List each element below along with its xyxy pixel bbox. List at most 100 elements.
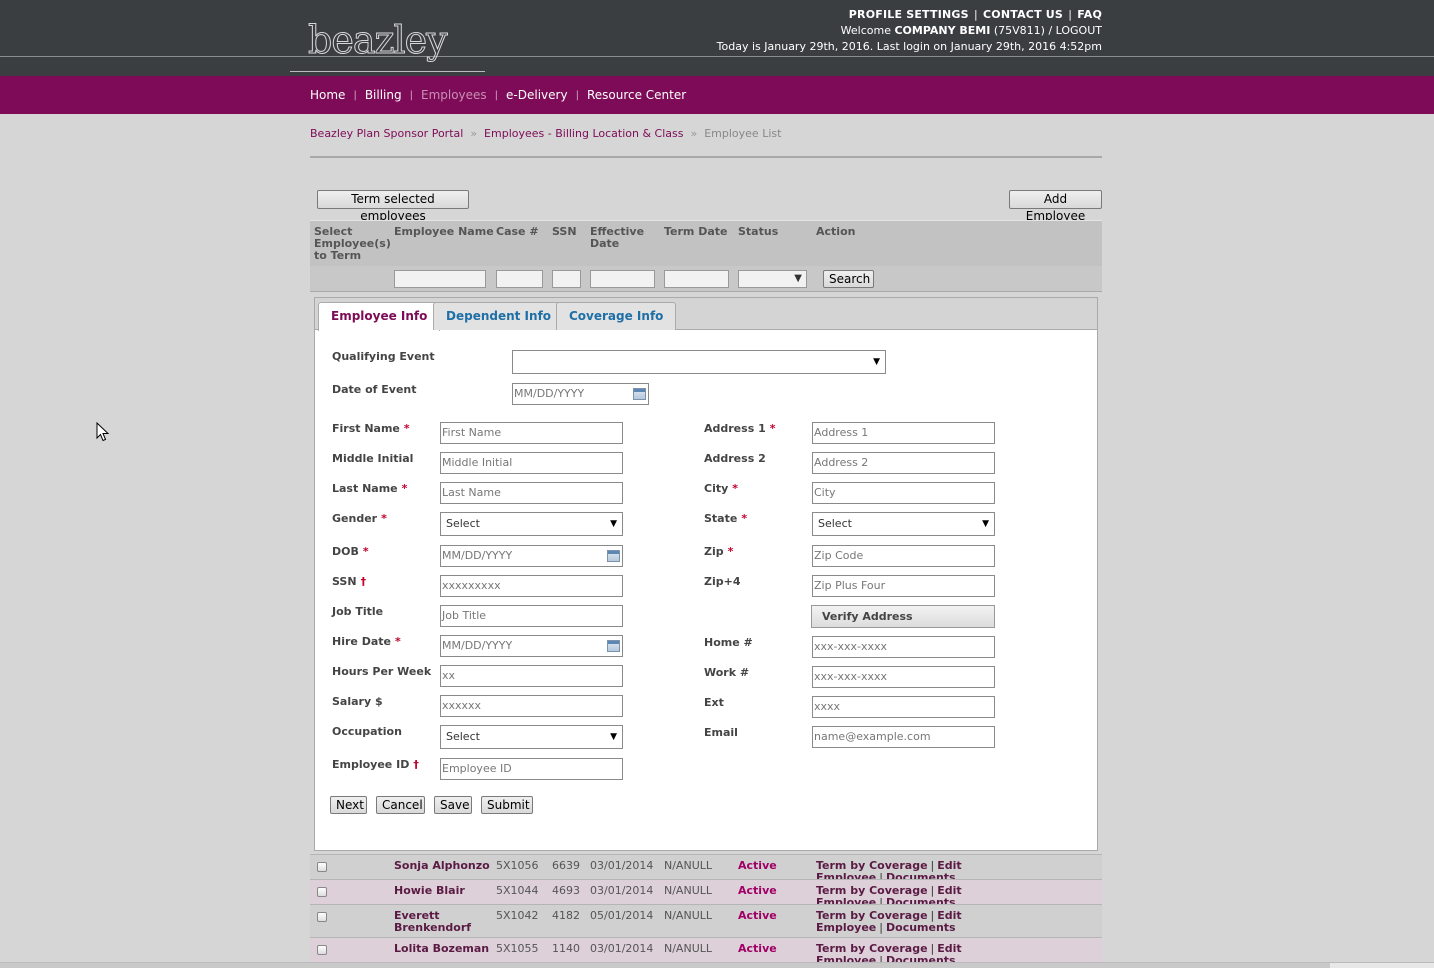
work-phone-input[interactable]: xxx-xxx-xxxx xyxy=(812,666,995,688)
dob-label: DOB * xyxy=(332,545,369,558)
faq-link[interactable]: FAQ xyxy=(1077,8,1102,21)
dob-input[interactable]: MM/DD/YYYY xyxy=(440,545,623,567)
next-button[interactable]: Next xyxy=(330,796,367,814)
calendar-icon[interactable] xyxy=(633,388,646,400)
calendar-icon[interactable] xyxy=(607,550,620,562)
beazley-logo[interactable]: beazley xyxy=(290,18,485,72)
logout-link[interactable]: (75V811) / LOGOUT xyxy=(990,24,1102,37)
profile-settings-link[interactable]: PROFILE SETTINGS xyxy=(849,8,969,21)
work-phone-label: Work # xyxy=(704,666,750,679)
filter-row: ▼ Search xyxy=(310,266,1102,292)
filter-ssn-input[interactable] xyxy=(552,270,581,288)
email-label: Email xyxy=(704,726,738,739)
last-login-text: Today is January 29th, 2016. Last login … xyxy=(716,40,1102,53)
cancel-button[interactable]: Cancel xyxy=(376,796,425,814)
calendar-icon[interactable] xyxy=(607,640,620,652)
select-checkbox[interactable] xyxy=(317,887,327,897)
filter-effective-input[interactable] xyxy=(590,270,655,288)
filter-name-input[interactable] xyxy=(394,270,486,288)
hire-date-input[interactable]: MM/DD/YYYY xyxy=(440,635,623,657)
address2-input[interactable]: Address 2 xyxy=(812,452,995,474)
status-badge: Active xyxy=(738,859,777,872)
col-effective-date[interactable]: Effective Date xyxy=(590,226,654,250)
gender-select[interactable]: Select ▼ xyxy=(440,512,623,536)
search-button[interactable]: Search xyxy=(823,270,874,288)
select-checkbox[interactable] xyxy=(317,945,327,955)
city-input[interactable]: City xyxy=(812,482,995,504)
nav-home[interactable]: Home xyxy=(310,88,345,102)
verify-address-button[interactable]: Verify Address xyxy=(811,605,995,628)
scrollbar-thumb[interactable] xyxy=(0,963,1330,968)
horizontal-scrollbar[interactable] xyxy=(0,962,1434,968)
employee-name[interactable]: Howie Blair xyxy=(394,885,465,897)
hours-per-week-label: Hours Per Week xyxy=(332,665,432,678)
city-label: City * xyxy=(704,482,739,495)
ssn-value: 1140 xyxy=(552,942,580,955)
tab-dependent-info[interactable]: Dependent Info xyxy=(433,302,565,330)
middle-initial-input[interactable]: Middle Initial xyxy=(440,452,623,474)
date-of-event-label: Date of Event xyxy=(332,383,417,396)
submit-button[interactable]: Submit xyxy=(481,796,533,814)
table-row: Sonja Alphonzo 5X1056 6639 03/01/2014 N/… xyxy=(310,854,1102,884)
address1-input[interactable]: Address 1 xyxy=(812,422,995,444)
breadcrumb-divider xyxy=(310,156,1102,158)
nav-resource-center[interactable]: Resource Center xyxy=(587,88,686,102)
hours-per-week-input[interactable]: xx xyxy=(440,665,623,687)
gender-label: Gender * xyxy=(332,512,387,525)
occupation-select[interactable]: Select ▼ xyxy=(440,725,623,749)
employee-name[interactable]: Lolita Bozeman xyxy=(394,943,489,955)
contact-us-link[interactable]: CONTACT US xyxy=(983,8,1063,21)
documents-link[interactable]: Documents xyxy=(886,921,956,934)
col-term-date[interactable]: Term Date xyxy=(664,226,728,238)
state-select[interactable]: Select ▼ xyxy=(812,512,995,536)
salary-input[interactable]: xxxxxx xyxy=(440,695,623,717)
col-action: Action xyxy=(816,225,856,238)
term-date: N/ANULL xyxy=(664,909,712,922)
employee-id-label: Employee ID † xyxy=(332,758,419,771)
zip4-label: Zip+4 xyxy=(704,575,741,588)
row-actions: Term by Coverage | Edit Employee | Documents xyxy=(816,909,962,934)
filter-case-input[interactable] xyxy=(496,270,543,288)
col-case[interactable]: Case # xyxy=(496,226,539,238)
chevron-down-icon: ▼ xyxy=(982,519,989,529)
col-status[interactable]: Status xyxy=(738,226,778,238)
home-phone-input[interactable]: xxx-xxx-xxxx xyxy=(812,636,995,658)
employee-id-input[interactable]: Employee ID xyxy=(440,758,623,780)
date-of-event-input[interactable]: MM/DD/YYYY xyxy=(512,383,649,405)
nav-e-delivery[interactable]: e-Delivery xyxy=(506,88,568,102)
ssn-input[interactable]: xxxxxxxxx xyxy=(440,575,623,597)
nav-billing[interactable]: Billing xyxy=(365,88,402,102)
site-header: beazley PROFILE SETTINGS | CONTACT US | FAQ … xyxy=(0,0,1434,76)
nav-employees[interactable]: Employees xyxy=(421,88,487,102)
address2-label: Address 2 xyxy=(704,452,766,465)
breadcrumb-billing-location[interactable]: Employees - Billing Location & Class xyxy=(484,127,683,140)
table-row: Lolita Bozeman 5X1055 1140 03/01/2014 N/… xyxy=(310,937,1102,967)
select-checkbox[interactable] xyxy=(317,862,327,872)
zip4-input[interactable]: Zip Plus Four xyxy=(812,575,995,597)
tab-coverage-info[interactable]: Coverage Info xyxy=(556,302,677,330)
first-name-input[interactable]: First Name xyxy=(440,422,623,444)
employee-name[interactable]: Everett Brenkendorf xyxy=(394,910,484,934)
last-name-input[interactable]: Last Name xyxy=(440,482,623,504)
save-button[interactable]: Save xyxy=(434,796,472,814)
add-employee-button[interactable]: Add Employee xyxy=(1009,190,1102,223)
term-selected-button[interactable]: Term selected employees xyxy=(317,190,469,223)
hire-date-label: Hire Date * xyxy=(332,635,401,648)
tab-employee-info[interactable]: Employee Info xyxy=(318,302,441,331)
filter-status-select[interactable]: ▼ xyxy=(738,270,807,288)
filter-term-input[interactable] xyxy=(664,270,729,288)
col-employee-name[interactable]: Employee Name xyxy=(394,226,494,238)
case-number: 5X1044 xyxy=(496,884,539,897)
breadcrumb-portal[interactable]: Beazley Plan Sponsor Portal xyxy=(310,127,463,140)
company-name: COMPANY BEMI xyxy=(894,24,991,37)
zip-input[interactable]: Zip Code xyxy=(812,545,995,567)
required-indicator: * xyxy=(394,635,401,648)
select-checkbox[interactable] xyxy=(317,912,327,922)
col-ssn[interactable]: SSN xyxy=(552,226,577,238)
employee-name[interactable]: Sonja Alphonzo xyxy=(394,860,490,872)
ext-input[interactable]: xxxx xyxy=(812,696,995,718)
status-badge: Active xyxy=(738,909,777,922)
qualifying-event-select[interactable]: ▼ xyxy=(512,350,886,374)
job-title-input[interactable]: Job Title xyxy=(440,605,623,627)
email-input[interactable]: name@example.com xyxy=(812,726,995,748)
